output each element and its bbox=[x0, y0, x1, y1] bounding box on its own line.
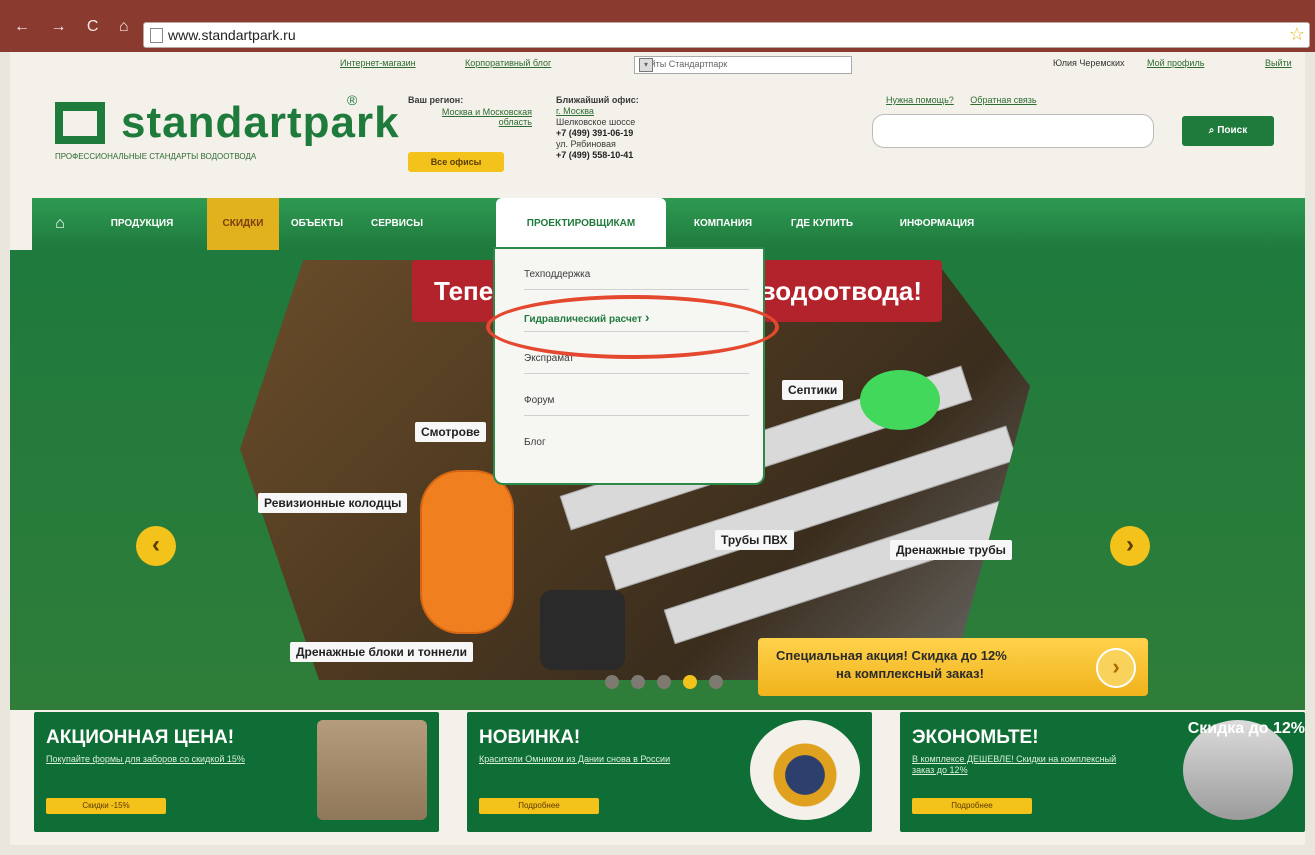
slider-dot[interactable] bbox=[631, 675, 645, 689]
slider-dot[interactable] bbox=[709, 675, 723, 689]
feedback-link[interactable]: Обратная связь bbox=[970, 95, 1036, 105]
hero-label[interactable]: Септики bbox=[782, 380, 844, 400]
septic-tank bbox=[860, 370, 940, 430]
promo-box-button[interactable]: Подробнее bbox=[479, 798, 599, 814]
inspection-well bbox=[420, 470, 514, 634]
address-bar[interactable]: www.standartpark.ru ☆ bbox=[143, 22, 1310, 48]
hero-label[interactable]: Смотрове bbox=[415, 422, 486, 442]
promo-box[interactable]: НОВИНКА! Красители Омником из Дании снов… bbox=[467, 712, 872, 832]
slider-dot-active[interactable] bbox=[683, 675, 697, 689]
promo-banner[interactable]: Специальная акция! Скидка до 12% на комп… bbox=[758, 638, 1148, 696]
promo-boxes: АКЦИОННАЯ ЦЕНА! Покупайте формы для забо… bbox=[34, 712, 1305, 832]
help-links: Нужна помощь? Обратная связь bbox=[886, 95, 1051, 105]
hero-label[interactable]: Дренажные трубы bbox=[890, 540, 1012, 560]
discount-badge: Скидка до 12% bbox=[1187, 720, 1305, 737]
chevron-right-icon[interactable]: › bbox=[1096, 648, 1136, 688]
menu-designers[interactable]: ПРОЕКТИРОВЩИКАМ bbox=[496, 198, 666, 250]
promo-box[interactable]: ЭКОНОМЬТЕ! В комплексе ДЕШЕВЛЕ! Скидки н… bbox=[900, 712, 1305, 832]
slider-prev-button[interactable]: ‹ bbox=[136, 526, 176, 566]
bookmark-star-icon[interactable]: ☆ bbox=[1289, 24, 1305, 45]
top-links: Интернет-магазин Корпоративный блог Сайт… bbox=[10, 56, 1305, 74]
dropdown-item[interactable]: Техподдержка bbox=[524, 261, 749, 290]
promo-box-button[interactable]: Скидки -15% bbox=[46, 798, 166, 814]
drain-channel bbox=[663, 491, 1030, 645]
user-name: Юлия Черемских bbox=[1053, 58, 1125, 68]
hero-label[interactable]: Дренажные блоки и тоннели bbox=[290, 642, 474, 662]
page-viewport: Интернет-магазин Корпоративный блог Сайт… bbox=[10, 52, 1305, 845]
menu-info[interactable]: ИНФОРМАЦИЯ bbox=[882, 198, 992, 250]
menu-where-buy[interactable]: ГДЕ КУПИТЬ bbox=[772, 198, 872, 250]
region-link[interactable]: Москва и Московская область bbox=[408, 107, 532, 127]
logo-tagline: ПРОФЕССИОНАЛЬНЫЕ СТАНДАРТЫ ВОДООТВОДА bbox=[55, 152, 257, 161]
help-link[interactable]: Нужна помощь? bbox=[886, 95, 954, 105]
slider-dot[interactable] bbox=[657, 675, 671, 689]
search-input[interactable] bbox=[872, 114, 1154, 148]
promo-box[interactable]: АКЦИОННАЯ ЦЕНА! Покупайте формы для забо… bbox=[34, 712, 439, 832]
logout-link[interactable]: Выйти bbox=[1265, 58, 1292, 68]
menu-services[interactable]: СЕРВИСЫ bbox=[362, 198, 432, 250]
main-menu: ⌂ ПРОДУКЦИЯ СКИДКИ ОБЪЕКТЫ СЕРВИСЫ ПРОЕК… bbox=[32, 198, 1305, 250]
dropdown-item[interactable]: Блог bbox=[524, 429, 749, 457]
office-block: Ближайший офис: г. Москва Шелковское шос… bbox=[556, 95, 716, 161]
chevron-down-icon[interactable]: ▾ bbox=[639, 58, 653, 72]
all-offices-button[interactable]: Все офисы bbox=[408, 152, 504, 172]
home-icon[interactable]: ⌂ bbox=[50, 198, 70, 250]
dropdown-item[interactable]: Форум bbox=[524, 387, 749, 416]
slider-dot[interactable] bbox=[605, 675, 619, 689]
highlight-circle bbox=[486, 295, 779, 359]
browser-chrome: ← → C ⌂ www.standartpark.ru ☆ bbox=[0, 0, 1315, 52]
menu-objects[interactable]: ОБЪЕКТЫ bbox=[282, 198, 352, 250]
promo-box-button[interactable]: Подробнее bbox=[912, 798, 1032, 814]
logo-word: standartpark bbox=[121, 98, 400, 147]
pigment-image bbox=[750, 720, 860, 820]
office-city-link[interactable]: г. Москва bbox=[556, 106, 716, 117]
blog-link[interactable]: Корпоративный блог bbox=[465, 58, 551, 68]
formwork-image bbox=[317, 720, 427, 820]
chevron-left-icon: ‹ bbox=[152, 531, 160, 558]
shop-link[interactable]: Интернет-магазин bbox=[340, 58, 416, 68]
slider-dots bbox=[605, 673, 745, 693]
designers-dropdown: Техподдержка Гидравлический расчет › Экс… bbox=[493, 247, 765, 485]
menu-products[interactable]: ПРОДУКЦИЯ bbox=[92, 198, 192, 250]
region-block: Ваш регион: Москва и Московская область bbox=[408, 95, 532, 127]
logo-mark bbox=[55, 102, 105, 144]
site-logo[interactable]: standartpark ® ПРОФЕССИОНАЛЬНЫЕ СТАНДАРТ… bbox=[55, 92, 399, 164]
chevron-right-icon: › bbox=[1126, 531, 1134, 558]
sites-select[interactable]: Сайты Стандартпарк ▾ bbox=[634, 56, 852, 74]
menu-company[interactable]: КОМПАНИЯ bbox=[678, 198, 768, 250]
menu-discounts[interactable]: СКИДКИ bbox=[207, 198, 279, 250]
registered-icon: ® bbox=[347, 92, 358, 108]
hero-label[interactable]: Ревизионные колодцы bbox=[258, 493, 408, 513]
hero-label[interactable]: Трубы ПВХ bbox=[715, 530, 794, 550]
search-icon: ⌕ bbox=[1208, 125, 1218, 136]
drain-block bbox=[540, 590, 625, 670]
profile-link[interactable]: Мой профиль bbox=[1147, 58, 1204, 68]
url-text[interactable]: www.standartpark.ru bbox=[168, 27, 296, 43]
search-button[interactable]: ⌕ Поиск bbox=[1182, 116, 1274, 146]
slider-next-button[interactable]: › bbox=[1110, 526, 1150, 566]
page-icon bbox=[150, 28, 163, 43]
browser-nav[interactable]: ← → C ⌂ bbox=[14, 18, 137, 36]
